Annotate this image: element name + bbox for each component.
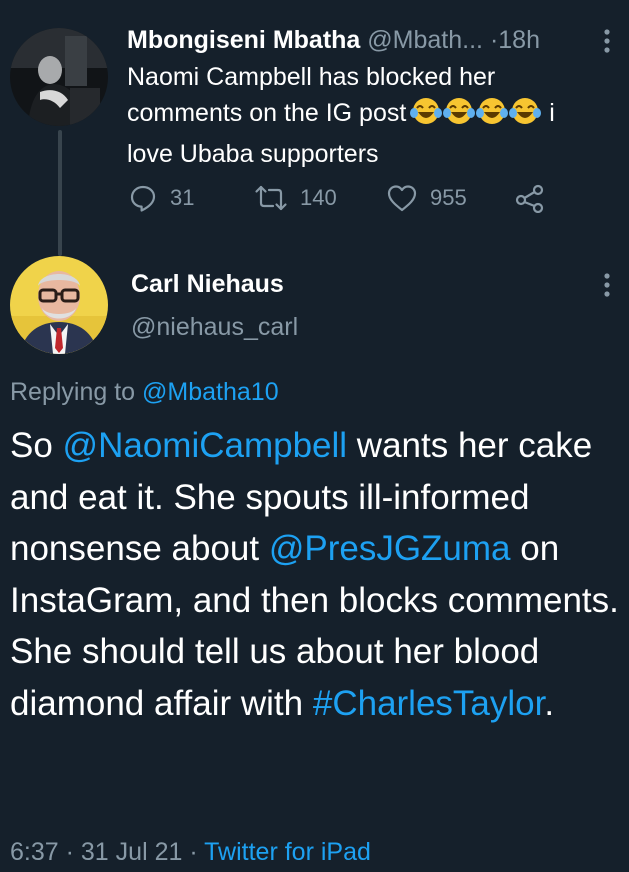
parent-time-value: 18h [498, 26, 540, 54]
face-with-tears-of-joy-icon [410, 96, 443, 126]
share-button[interactable] [514, 180, 558, 216]
separator-dot: · [189, 838, 198, 866]
parent-timestamp[interactable]: ·18h [490, 26, 540, 54]
avatar-mbongiseni[interactable] [10, 28, 108, 126]
face-with-tears-of-joy-icon [476, 96, 509, 126]
face-with-tears-of-joy-icon [509, 96, 542, 126]
face-with-tears-of-joy-icon [443, 96, 476, 126]
hashtag-link-charlestaylor[interactable]: #CharlesTaylor [313, 684, 545, 723]
author-handle[interactable]: @niehaus_carl [131, 311, 298, 343]
retweet-button[interactable]: 140 [254, 180, 337, 216]
tweet-text-segment: So [10, 426, 63, 465]
parent-tweet-text: Naomi Campbell has blocked her comments … [127, 59, 607, 172]
tweet-metadata: 6:37 · 31 Jul 21 · Twitter for iPad [10, 832, 371, 872]
retweet-icon [255, 185, 287, 211]
separator-dot: · [65, 838, 74, 866]
author-display-name[interactable]: Carl Niehaus [131, 268, 284, 300]
mention-link-naomicampbell[interactable]: @NaomiCampbell [63, 426, 348, 465]
like-count: 955 [430, 185, 467, 210]
thread-connector-line [58, 130, 62, 256]
reply-icon [130, 185, 156, 212]
main-tweet-text: So @NaomiCampbell wants her cake and eat… [10, 420, 620, 729]
parent-display-name[interactable]: Mbongiseni Mbatha [127, 26, 360, 54]
reply-count: 31 [170, 185, 195, 210]
reply-button[interactable]: 31 [128, 180, 194, 216]
parent-handle[interactable]: @Mbath... [367, 26, 483, 54]
more-options-icon[interactable] [598, 270, 616, 300]
mention-link-presjgzuma[interactable]: @PresJGZuma [269, 529, 511, 568]
parent-tweet-header: Mbongiseni Mbatha @Mbath... ·18h [127, 24, 597, 56]
tweet-time[interactable]: 6:37 [10, 838, 59, 866]
retweet-count: 140 [300, 185, 337, 210]
share-icon [515, 184, 544, 213]
emoji-group [410, 96, 542, 136]
more-options-icon[interactable] [598, 26, 616, 56]
replying-to-line: Replying to @Mbatha10 [10, 375, 279, 409]
avatar-carl-niehaus[interactable] [10, 256, 108, 354]
replying-to-mention-link[interactable]: @Mbatha10 [142, 378, 279, 406]
avatar-photo-dark [10, 28, 108, 126]
replying-to-label: Replying to [10, 378, 136, 406]
heart-icon [387, 185, 417, 212]
tweet-source-link[interactable]: Twitter for iPad [204, 838, 371, 866]
avatar-photo-man-glasses [10, 256, 108, 354]
tweet-text-segment: . [544, 683, 555, 723]
like-button[interactable]: 955 [386, 180, 467, 216]
tweet-date[interactable]: 31 Jul 21 [81, 838, 182, 866]
